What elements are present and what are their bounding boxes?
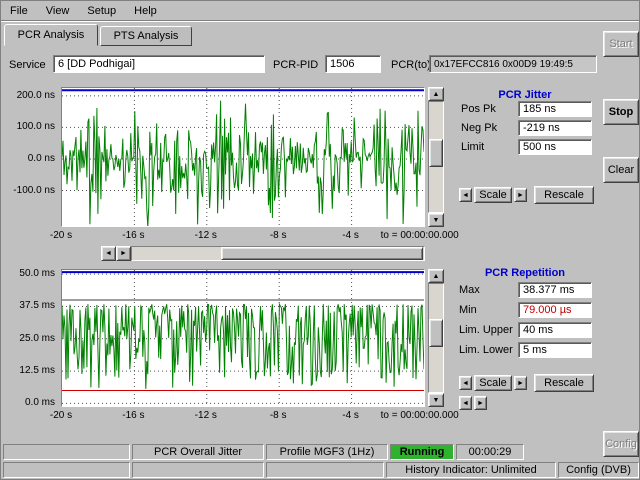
x-axis-tick-label: -4 s (342, 230, 359, 241)
jitter-scale-button[interactable]: Scale (474, 187, 512, 203)
status-cell-empty (3, 444, 130, 460)
time-scroll-left-icon[interactable]: ◄ (101, 246, 116, 261)
status-run-state: Running (390, 444, 454, 460)
jitter-limit-field[interactable]: 500 ns (518, 139, 592, 155)
jitter-x-axis: -20 s-16 s-12 s-8 s-4 sto = 00:00:00.000 (61, 230, 541, 243)
x-axis-end-label: to = 00:00:00.000 (381, 230, 459, 241)
x-axis-tick-label: -4 s (342, 410, 359, 421)
neg-pk-label: Neg Pk (461, 122, 497, 135)
neg-pk-value: -219 ns (518, 120, 592, 136)
y-axis-tick-label: 200.0 ns (17, 90, 55, 101)
repetition-panel-title: PCR Repetition (453, 267, 597, 279)
y-axis-tick-label: 50.0 ms (19, 268, 55, 279)
pcr-pid-label: PCR-PID (273, 59, 318, 72)
status-cell-empty (3, 462, 130, 478)
y-axis-tick-label: 25.0 ms (19, 333, 55, 344)
jitter-vscroll-thumb[interactable] (429, 139, 443, 167)
menu-view[interactable]: View (37, 2, 79, 20)
time-hscroll-thumb[interactable] (221, 247, 423, 260)
x-axis-tick-label: -12 s (195, 230, 217, 241)
menu-file[interactable]: File (1, 2, 37, 20)
repetition-x-axis: -20 s-16 s-12 s-8 s-4 sto = 00:00:00.000 (61, 410, 541, 423)
jitter-scroll-down-icon[interactable]: ▼ (428, 213, 444, 227)
repetition-scale-button[interactable]: Scale (474, 375, 512, 391)
tab-pts-analysis[interactable]: PTS Analysis (100, 26, 192, 46)
signal-trace-svg (62, 270, 424, 406)
jitter-scroll-up-icon[interactable]: ▲ (428, 87, 444, 101)
pcr-pid-field[interactable]: 1506 (325, 55, 381, 73)
repetition-scroll-down-icon[interactable]: ▼ (428, 393, 444, 407)
repetition-scale-right-icon[interactable]: ► (514, 376, 527, 390)
lim-lower-label: Lim. Lower (459, 344, 513, 357)
pos-pk-value: 185 ns (518, 101, 592, 117)
repetition-pan-left-icon[interactable]: ◄ (459, 396, 472, 410)
min-label: Min (459, 304, 477, 317)
max-value: 38.377 ms (518, 282, 592, 298)
max-label: Max (459, 284, 480, 297)
y-axis-tick-label: 0.0 ns (28, 153, 55, 164)
repetition-scroll-up-icon[interactable]: ▲ (428, 269, 444, 283)
status-profile: Profile MGF3 (1Hz) (266, 444, 388, 460)
lim-upper-field[interactable]: 40 ms (518, 322, 592, 338)
start-button[interactable]: Start (603, 31, 639, 57)
config-button[interactable]: Config (603, 431, 639, 457)
repetition-y-axis: 50.0 ms 37.5 ms 25.0 ms 12.5 ms 0.0 ms (5, 270, 57, 408)
repetition-pan-right-icon[interactable]: ► (474, 396, 487, 410)
menu-help[interactable]: Help (125, 2, 166, 20)
pos-pk-label: Pos Pk (461, 103, 496, 116)
status-config-mode: Config (DVB) (558, 462, 639, 478)
jitter-scale-right-icon[interactable]: ► (514, 188, 527, 202)
x-axis-tick-label: -8 s (270, 410, 287, 421)
time-scroll-right-icon[interactable]: ► (116, 246, 131, 261)
y-axis-tick-label: 12.5 ms (19, 365, 55, 376)
repetition-vscroll-thumb[interactable] (429, 319, 443, 347)
y-axis-tick-label: 0.0 ms (25, 397, 55, 408)
jitter-rescale-button[interactable]: Rescale (534, 186, 594, 204)
x-axis-tick-label: -20 s (50, 230, 72, 241)
pcr-to-indicator: 0x17EFCC816 0x00D9 19:49:5 (429, 55, 597, 73)
pcr-to-label: PCR(to) (391, 59, 431, 72)
status-measurement: PCR Overall Jitter (132, 444, 264, 460)
y-axis-tick-label: -100.0 ns (13, 185, 55, 196)
status-cell-empty (132, 462, 264, 478)
x-axis-tick-label: -16 s (122, 230, 144, 241)
stop-button[interactable]: Stop (603, 99, 639, 125)
jitter-limit-label: Limit (461, 141, 484, 154)
status-cell-empty (266, 462, 384, 478)
service-field[interactable]: 6 [DD Podhigai] (53, 55, 265, 73)
jitter-panel-title: PCR Jitter (453, 89, 597, 101)
repetition-scale-left-icon[interactable]: ◄ (459, 376, 472, 390)
application-window: File View Setup Help PCR Analysis PTS An… (0, 0, 640, 480)
signal-trace-svg (62, 88, 424, 226)
menu-bar: File View Setup Help (1, 1, 640, 20)
jitter-scale-left-icon[interactable]: ◄ (459, 188, 472, 202)
menu-setup[interactable]: Setup (78, 2, 125, 20)
y-axis-tick-label: 100.0 ns (17, 121, 55, 132)
repetition-rescale-button[interactable]: Rescale (534, 374, 594, 392)
tab-pcr-analysis[interactable]: PCR Analysis (4, 24, 98, 46)
status-history-indicator: History Indicator: Unlimited (386, 462, 556, 478)
y-axis-tick-label: 37.5 ms (19, 300, 55, 311)
clear-button[interactable]: Clear (603, 157, 639, 183)
service-label: Service (9, 59, 46, 72)
menu-separator (1, 20, 640, 22)
x-axis-tick-label: -8 s (270, 230, 287, 241)
min-value: 79.000 µs (518, 302, 592, 318)
lim-upper-label: Lim. Upper (459, 324, 513, 337)
jitter-y-axis: 200.0 ns 100.0 ns 0.0 ns -100.0 ns (5, 88, 57, 228)
lim-lower-field[interactable]: 5 ms (518, 342, 592, 358)
pcr-jitter-chart (61, 87, 425, 227)
x-axis-tick-label: -16 s (122, 410, 144, 421)
status-elapsed-time: 00:00:29 (456, 444, 524, 460)
pcr-repetition-chart (61, 269, 425, 407)
x-axis-tick-label: -12 s (195, 410, 217, 421)
x-axis-tick-label: -20 s (50, 410, 72, 421)
x-axis-end-label: to = 00:00:00.000 (381, 410, 459, 421)
